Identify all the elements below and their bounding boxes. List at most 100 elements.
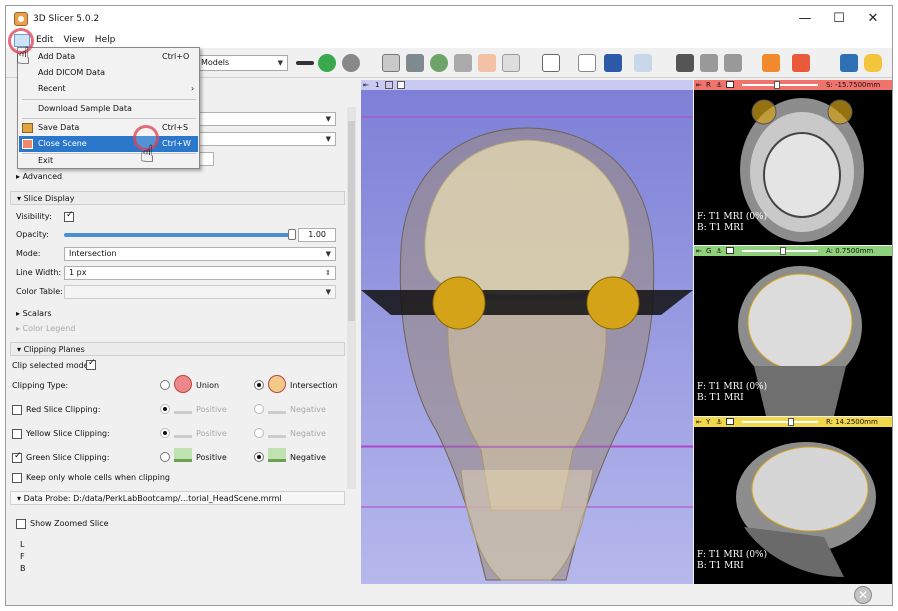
intersection-radio[interactable] [254, 380, 264, 390]
extension-manager-icon[interactable] [840, 54, 858, 72]
clip-selected-checkbox[interactable] [86, 358, 96, 370]
display-node-selector[interactable]: ▼ [196, 132, 336, 146]
model-selector[interactable]: ▼ [196, 112, 336, 126]
slicer-logo-icon [14, 12, 28, 26]
markup-icon[interactable] [478, 54, 496, 72]
green-positive-radio[interactable] [160, 452, 170, 462]
red-slice-view[interactable]: ⇤ R ⚓ S: -15.7500mm F: T1 MRI (0%) B: T1… [694, 80, 892, 245]
pin-icon[interactable]: ⇤ [696, 417, 702, 427]
save-icon [22, 123, 33, 133]
cube-icon[interactable] [406, 54, 424, 72]
arrow-right-icon[interactable] [342, 54, 360, 72]
maximize-view-icon[interactable] [397, 81, 405, 89]
pin-icon[interactable]: ⇤ [696, 246, 702, 256]
red-negative-label: Negative [290, 405, 326, 414]
keep-whole-cells-checkbox[interactable] [12, 473, 22, 483]
opacity-spinbox[interactable]: 1.00 [298, 228, 336, 242]
pointer-icon[interactable] [578, 54, 596, 72]
yellow-slice-slider-handle[interactable] [788, 418, 794, 426]
pin-icon[interactable]: ⇤ [696, 80, 702, 90]
scrollbar-thumb[interactable] [348, 121, 355, 321]
yellow-background-label: B: T1 MRI [697, 561, 744, 571]
place-line-icon[interactable] [792, 54, 810, 72]
menu-edit[interactable]: Edit [36, 35, 53, 45]
fiducial-icon[interactable] [604, 54, 622, 72]
maximize-view-icon[interactable] [726, 247, 734, 254]
link-icon[interactable]: ⚓ [716, 80, 722, 90]
scalars-section[interactable]: ▸ Scalars [16, 309, 52, 318]
color-table-label: Color Table: [16, 287, 63, 296]
clipping-planes-section[interactable]: ▾ Clipping Planes [10, 342, 345, 356]
models-icon[interactable] [296, 61, 314, 65]
green-negative-radio[interactable] [254, 452, 264, 462]
color-legend-section[interactable]: ▸ Color Legend [16, 324, 75, 333]
crosshair-icon[interactable] [634, 54, 652, 72]
jaw [460, 469, 594, 581]
negative-plane-icon [268, 400, 286, 414]
red-negative-radio[interactable] [254, 404, 264, 414]
red-slice-slider-handle[interactable] [774, 81, 780, 89]
red-slice-offset-slider[interactable] [742, 84, 818, 86]
minimize-button[interactable]: — [790, 10, 820, 28]
menu-view[interactable]: View [63, 35, 84, 45]
mode-selector[interactable]: Intersection ▼ [64, 247, 336, 261]
yellow-negative-radio[interactable] [254, 428, 264, 438]
menu-item-recent[interactable]: Recent › [19, 81, 198, 97]
pin-icon[interactable]: ⇤ [363, 81, 369, 89]
menu-help[interactable]: Help [95, 35, 116, 45]
union-icon [174, 375, 192, 393]
close-window-button[interactable]: ✕ [858, 10, 888, 28]
camera-icon[interactable] [676, 54, 694, 72]
green-slice-view[interactable]: ⇤ G ⚓ A: 0.7500mm F: T1 MRI (0%) B: T1 M… [694, 246, 892, 416]
screenshot-icon[interactable] [542, 54, 560, 72]
opacity-slider-handle[interactable] [288, 229, 296, 240]
color-table-selector[interactable]: ▼ [64, 285, 336, 299]
yellow-slice-view[interactable]: ⇤ Y ⚓ R: 14.2500mm F: T1 MRI (0%) B: T1 … [694, 417, 892, 584]
link-icon[interactable]: ⚓ [716, 246, 722, 256]
view-link-icon[interactable] [700, 54, 718, 72]
menu-item-download-sample[interactable]: Download Sample Data [19, 101, 198, 117]
view-sync-icon[interactable] [724, 54, 742, 72]
link-icon[interactable]: ⚓ [716, 417, 722, 427]
menu-separator [22, 118, 196, 119]
menu-item-add-data[interactable]: Add Data Ctrl+O [19, 49, 198, 65]
advanced-section[interactable]: ▸ Advanced [16, 172, 62, 181]
slice-display-section[interactable]: ▾ Slice Display [10, 191, 345, 205]
yellow-slice-offset-slider[interactable] [742, 421, 818, 423]
visibility-checkbox[interactable] [64, 210, 74, 222]
maximize-view-icon[interactable] [726, 418, 734, 425]
red-positive-radio[interactable] [160, 404, 170, 414]
probe-b-label: B [20, 564, 26, 573]
red-clip-checkbox[interactable] [12, 405, 22, 415]
center-view-icon[interactable] [385, 81, 393, 89]
union-radio[interactable] [160, 380, 170, 390]
menu-item-exit[interactable]: Exit [19, 153, 198, 169]
menu-separator [22, 99, 196, 100]
line-width-spinbox[interactable]: 1 px ⇕ [64, 266, 336, 280]
layout-icon[interactable] [382, 54, 400, 72]
green-slice-slider-handle[interactable] [780, 247, 786, 255]
menu-item-add-dicom[interactable]: Add DICOM Data [19, 65, 198, 81]
menu-item-close-scene[interactable]: Close Scene Ctrl+W [19, 136, 198, 152]
maximize-button[interactable]: ☐ [824, 10, 854, 28]
green-clip-checkbox[interactable] [12, 451, 22, 463]
error-log-icon[interactable]: ✕ [854, 586, 872, 604]
python-icon[interactable] [864, 54, 882, 72]
module-selector[interactable]: Models ▼ [196, 55, 288, 71]
spin-arrows-icon: ⇕ [325, 269, 331, 277]
transform-icon[interactable] [502, 54, 520, 72]
data-probe-section[interactable]: ▾ Data Probe: D:/data/PerkLabBootcamp/..… [10, 491, 345, 505]
3d-view[interactable]: ⇤ 1 [361, 80, 693, 584]
show-zoomed-checkbox[interactable] [16, 519, 26, 529]
menu-item-save-data[interactable]: Save Data Ctrl+S [19, 120, 198, 136]
opacity-slider[interactable] [64, 233, 292, 237]
red-slice-letter: R [706, 81, 711, 89]
arrow-left-icon[interactable] [318, 54, 336, 72]
volume-icon[interactable] [454, 54, 472, 72]
maximize-view-icon[interactable] [726, 81, 734, 88]
yellow-positive-radio[interactable] [160, 428, 170, 438]
panel-scrollbar[interactable] [347, 107, 356, 489]
place-point-icon[interactable] [762, 54, 780, 72]
yellow-clip-checkbox[interactable] [12, 429, 22, 439]
segment-icon[interactable] [430, 54, 448, 72]
